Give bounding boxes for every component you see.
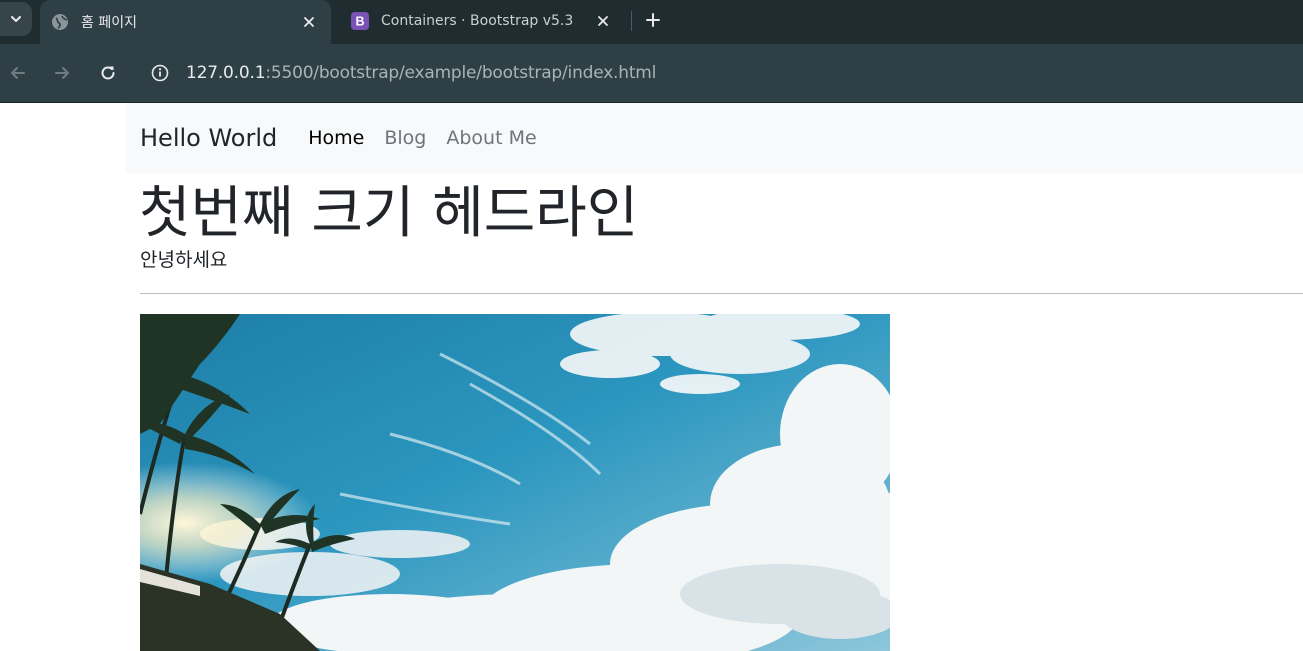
url-text: 127.0.0.1:5500/bootstrap/example/bootstr… xyxy=(186,63,656,83)
site-info-icon[interactable] xyxy=(150,63,170,83)
browser-toolbar: 127.0.0.1:5500/bootstrap/example/bootstr… xyxy=(0,44,1303,102)
bootstrap-icon: B xyxy=(351,12,369,30)
nav-link-about-me[interactable]: About Me xyxy=(446,127,536,149)
reload-icon xyxy=(101,66,115,80)
navbar: Hello World Home Blog About Me xyxy=(126,103,1303,173)
globe-icon xyxy=(51,13,69,31)
forward-button[interactable] xyxy=(48,59,76,87)
hero-image xyxy=(140,314,890,651)
horizontal-rule xyxy=(140,293,1303,294)
tab-home-page[interactable]: 홈 페이지 xyxy=(40,0,331,44)
arrow-right-icon xyxy=(55,67,69,79)
tab-strip: 홈 페이지 B Containers · Bootstrap v5.3 xyxy=(0,0,1303,44)
tab-separator xyxy=(631,11,632,31)
url-host: 127.0.0.1 xyxy=(186,63,266,83)
page-headline: 첫번째 크기 헤드라인 xyxy=(139,181,639,246)
arrow-left-icon xyxy=(11,67,25,79)
close-tab-button[interactable] xyxy=(591,9,615,33)
palm-sky-photo xyxy=(140,314,890,651)
close-icon xyxy=(598,16,608,26)
back-button[interactable] xyxy=(4,59,32,87)
close-tab-button[interactable] xyxy=(297,10,321,34)
navbar-brand[interactable]: Hello World xyxy=(140,124,277,152)
plus-icon xyxy=(646,13,660,27)
reload-button[interactable] xyxy=(94,59,122,87)
tab-search-button[interactable] xyxy=(0,2,32,36)
nav-link-blog[interactable]: Blog xyxy=(384,127,426,149)
url-path: :5500/bootstrap/example/bootstrap/index.… xyxy=(265,63,657,83)
new-tab-button[interactable] xyxy=(640,7,666,33)
tab-title: 홈 페이지 xyxy=(81,15,137,31)
address-bar[interactable]: 127.0.0.1:5500/bootstrap/example/bootstr… xyxy=(138,52,1303,94)
lead-text: 안녕하세요 xyxy=(140,249,228,271)
close-icon xyxy=(304,17,314,27)
nav-link-home[interactable]: Home xyxy=(308,127,364,149)
tab-title: Containers · Bootstrap v5.3 xyxy=(381,13,574,29)
chevron-down-icon xyxy=(11,16,21,22)
svg-text:B: B xyxy=(355,15,364,29)
tab-bootstrap-containers[interactable]: B Containers · Bootstrap v5.3 xyxy=(340,0,625,42)
nav-links: Home Blog About Me xyxy=(308,127,556,149)
